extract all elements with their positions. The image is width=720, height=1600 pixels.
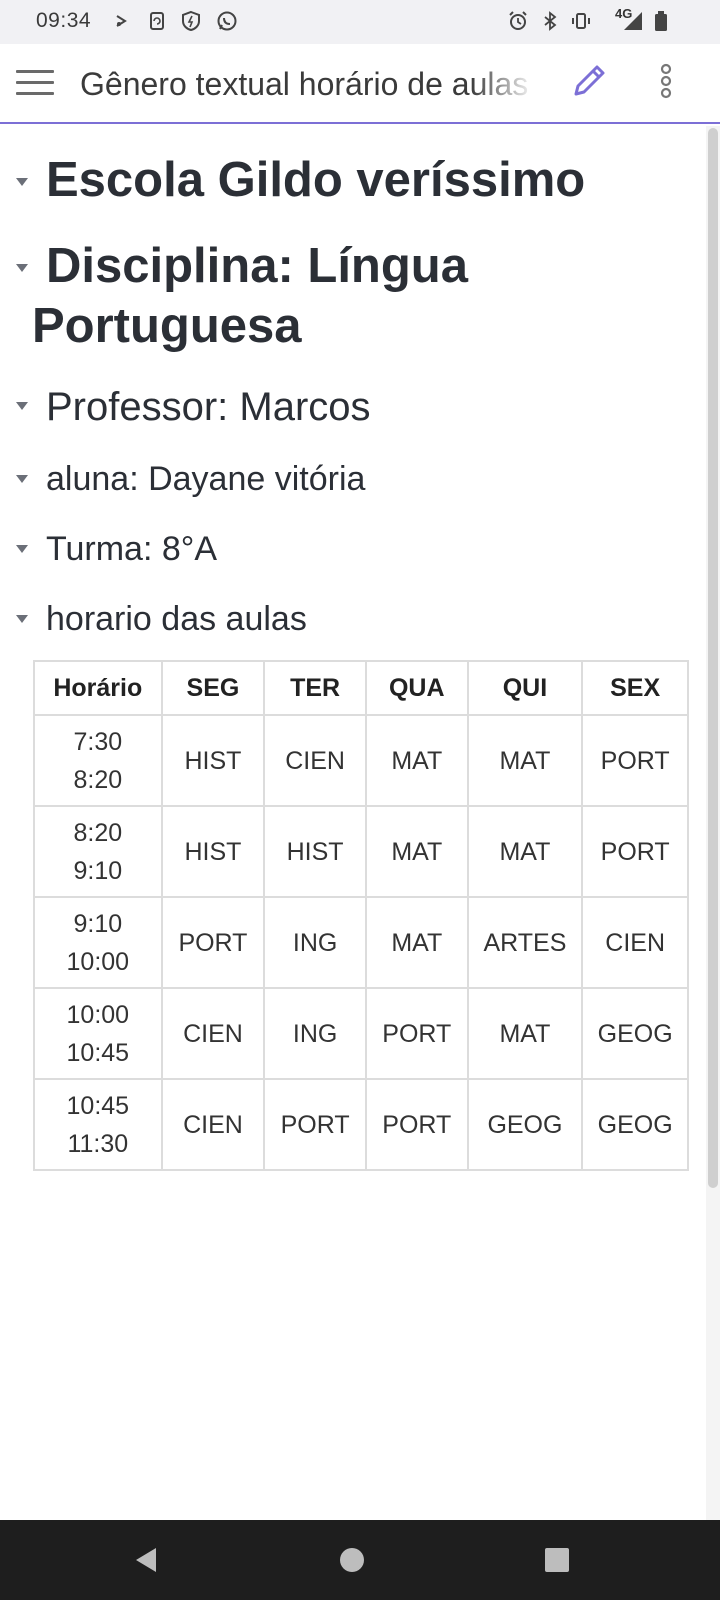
time-cell: 8:20 9:10: [33, 805, 163, 898]
table-cell: PORT: [364, 987, 469, 1080]
time-start: 10:00: [66, 1000, 130, 1029]
more-options-icon[interactable]: [648, 60, 684, 102]
heading-class-text: Turma: 8°A: [46, 530, 218, 568]
table-cell: GEOG: [581, 1078, 689, 1171]
heading-teacher: Professor: Marcos: [32, 382, 371, 432]
app-bar: Gênero textual horário de aulas: [0, 44, 720, 124]
heading-student: aluna: Dayane vitória: [32, 458, 365, 500]
table-cell: MAT: [466, 714, 584, 807]
status-bar: 09:34 4G: [0, 0, 720, 44]
table-cell: MAT: [466, 805, 584, 898]
header-horario: Horário: [33, 660, 163, 716]
back-icon[interactable]: [130, 1544, 162, 1576]
time-end: 11:30: [67, 1129, 129, 1158]
table-cell: PORT: [263, 1078, 367, 1171]
table-cell: MAT: [364, 896, 469, 989]
heading-subject: Disciplina: Língua Portuguesa: [32, 236, 672, 356]
time-start: 7:30: [73, 727, 123, 756]
document-content[interactable]: Escola Gildo veríssimo Disciplina: Língu…: [0, 124, 706, 1520]
scrollbar[interactable]: [706, 126, 720, 1520]
table-cell: HIST: [160, 805, 266, 898]
shield-icon: [180, 10, 202, 32]
page-title-container: Gênero textual horário de aulas: [80, 62, 535, 106]
time-cell: 9:10 10:00: [33, 896, 163, 989]
header-seg: SEG: [160, 660, 266, 716]
screenshot-icon: [146, 10, 168, 32]
table-header-row: Horário SEG TER QUA QUI SEX: [33, 660, 689, 716]
heading-teacher-text: Professor: Marcos: [46, 385, 371, 429]
table-cell: CIEN: [160, 987, 266, 1080]
table-cell: HIST: [160, 714, 266, 807]
table-row: 10:45 11:30 CIEN PORT PORT GEOG GEOG: [33, 1078, 689, 1171]
table-cell: PORT: [581, 714, 689, 807]
schedule-table: Horário SEG TER QUA QUI SEX 7:30 8:20 HIS…: [33, 660, 689, 1171]
time-cell: 10:45 11:30: [33, 1078, 163, 1171]
heading-school: Escola Gildo veríssimo: [32, 152, 672, 208]
scrollbar-thumb[interactable]: [708, 128, 718, 1188]
table-row: 8:20 9:10 HIST HIST MAT MAT PORT: [33, 805, 689, 898]
table-cell: CIEN: [160, 1078, 266, 1171]
table-cell: GEOG: [466, 1078, 584, 1171]
time-end: 8:20: [73, 765, 123, 794]
media-icon: [110, 10, 132, 32]
alarm-icon: [507, 10, 529, 32]
status-time: 09:34: [36, 9, 92, 32]
header-sex: SEX: [581, 660, 689, 716]
table-cell: PORT: [581, 805, 689, 898]
table-cell: MAT: [364, 805, 469, 898]
heading-subject-text: Disciplina: Língua Portuguesa: [32, 239, 468, 353]
battery-icon: [650, 10, 672, 32]
navigation-bar: [0, 1520, 720, 1600]
table-cell: PORT: [364, 1078, 469, 1171]
heading-class: Turma: 8°A: [32, 528, 217, 570]
vibrate-icon: [570, 10, 592, 32]
table-cell: ING: [263, 896, 367, 989]
heading-student-text: aluna: Dayane vitória: [46, 460, 366, 498]
time-start: 8:20: [73, 818, 123, 847]
heading-schedule: horario das aulas: [32, 598, 307, 640]
table-cell: MAT: [466, 987, 584, 1080]
header-ter: TER: [263, 660, 367, 716]
collapse-caret-icon[interactable]: [16, 402, 28, 410]
time-cell: 7:30 8:20: [33, 714, 163, 807]
time-end: 10:45: [66, 1038, 130, 1067]
collapse-caret-icon[interactable]: [16, 545, 28, 553]
time-start: 9:10: [73, 909, 123, 938]
table-cell: ARTES: [466, 896, 584, 989]
header-qui: QUI: [466, 660, 584, 716]
collapse-caret-icon[interactable]: [16, 264, 28, 272]
heading-schedule-text: horario das aulas: [46, 600, 307, 638]
table-row: 10:00 10:45 CIEN ING PORT MAT GEOG: [33, 987, 689, 1080]
page-title: Gênero textual horário de aulas: [80, 66, 529, 102]
time-end: 10:00: [66, 947, 130, 976]
signal-icon: [622, 10, 644, 32]
table-cell: GEOG: [581, 987, 689, 1080]
table-cell: HIST: [263, 805, 367, 898]
time-cell: 10:00 10:45: [33, 987, 163, 1080]
table-cell: ING: [263, 987, 367, 1080]
table-row: 9:10 10:00 PORT ING MAT ARTES CIEN: [33, 896, 689, 989]
time-end: 9:10: [73, 856, 123, 885]
heading-school-text: Escola Gildo veríssimo: [46, 153, 586, 207]
table-cell: CIEN: [263, 714, 367, 807]
table-cell: PORT: [160, 896, 266, 989]
table-cell: MAT: [364, 714, 469, 807]
table-cell: CIEN: [581, 896, 689, 989]
bluetooth-icon: [539, 10, 561, 32]
whatsapp-icon: [216, 10, 238, 32]
home-icon[interactable]: [336, 1544, 368, 1576]
time-start: 10:45: [66, 1091, 130, 1120]
menu-icon[interactable]: [16, 68, 54, 98]
header-qua: QUA: [364, 660, 469, 716]
table-row: 7:30 8:20 HIST CIEN MAT MAT PORT: [33, 714, 689, 807]
collapse-caret-icon[interactable]: [16, 178, 28, 186]
edit-icon[interactable]: [568, 60, 610, 102]
collapse-caret-icon[interactable]: [16, 475, 28, 483]
recents-icon[interactable]: [541, 1544, 573, 1576]
collapse-caret-icon[interactable]: [16, 615, 28, 623]
